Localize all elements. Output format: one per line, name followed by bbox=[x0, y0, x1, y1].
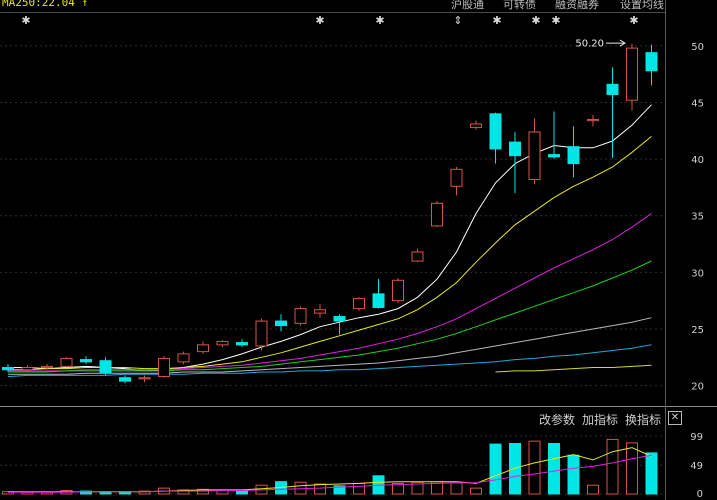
ma250-up-arrow-icon: ↑ bbox=[81, 0, 89, 9]
candle[interactable] bbox=[411, 248, 424, 263]
volume-bar[interactable] bbox=[509, 443, 521, 495]
indicator-button[interactable]: 改参数 bbox=[539, 411, 575, 428]
event-marker-icon[interactable]: ✱ bbox=[375, 14, 384, 27]
candle[interactable] bbox=[255, 318, 268, 351]
volume-bar[interactable] bbox=[489, 443, 502, 495]
event-marker-icon[interactable]: ✱ bbox=[21, 14, 30, 27]
candle[interactable] bbox=[470, 120, 482, 130]
max-price-label: 50.20 bbox=[575, 39, 604, 50]
candle[interactable] bbox=[528, 118, 541, 185]
candle[interactable] bbox=[275, 314, 287, 332]
candle[interactable] bbox=[333, 314, 346, 335]
candle[interactable] bbox=[353, 297, 365, 311]
candle[interactable] bbox=[392, 278, 404, 303]
volume-tick-label: 0 bbox=[697, 489, 703, 500]
ma10-line bbox=[8, 136, 652, 371]
candle[interactable] bbox=[99, 357, 112, 376]
ma5-line bbox=[8, 104, 652, 372]
candle[interactable] bbox=[606, 67, 619, 158]
volume-tick-label: 99 bbox=[690, 432, 703, 443]
volume-bars[interactable] bbox=[2, 438, 658, 495]
candle[interactable] bbox=[314, 304, 326, 318]
ma250-value: MA250:22.04 bbox=[2, 0, 75, 9]
candle[interactable] bbox=[216, 340, 229, 348]
price-axis: 50 45 40 35 30 25 20 99 49 0 bbox=[690, 42, 704, 500]
volume-bar[interactable] bbox=[626, 442, 638, 495]
ma250-label: MA250:22.04 ↑ bbox=[2, 0, 88, 9]
max-price-annotation: 50.20 bbox=[575, 39, 626, 50]
candle[interactable] bbox=[294, 306, 307, 326]
candle[interactable] bbox=[431, 201, 443, 228]
event-marker-icon[interactable]: ✱ bbox=[492, 14, 501, 27]
event-marker-icon[interactable]: ✱ bbox=[629, 14, 638, 27]
volume-bar[interactable] bbox=[470, 487, 482, 495]
volume-bar[interactable] bbox=[645, 452, 658, 495]
price-tick-label: 40 bbox=[691, 155, 704, 166]
volume-bar[interactable] bbox=[450, 482, 463, 495]
candle[interactable] bbox=[450, 167, 463, 196]
candle[interactable] bbox=[509, 131, 521, 194]
volume-bar[interactable] bbox=[567, 454, 580, 495]
candle[interactable] bbox=[177, 351, 190, 365]
volume-tick-label: 49 bbox=[690, 461, 703, 472]
candle[interactable] bbox=[489, 112, 502, 164]
volume-bar[interactable] bbox=[528, 440, 541, 495]
candlesticks[interactable] bbox=[2, 43, 658, 384]
candle[interactable] bbox=[548, 111, 560, 160]
candle[interactable] bbox=[236, 339, 248, 348]
candle[interactable] bbox=[645, 44, 658, 86]
price-tick-label: 25 bbox=[691, 325, 704, 336]
volume-bar[interactable] bbox=[548, 443, 560, 495]
volume-bar[interactable] bbox=[606, 438, 619, 495]
volume-bar[interactable] bbox=[314, 483, 326, 495]
price-tick-label: 30 bbox=[691, 268, 704, 279]
top-menu-item[interactable]: 沪股通 bbox=[451, 0, 484, 12]
candle[interactable] bbox=[119, 375, 131, 384]
indicator-button[interactable]: 加指标 bbox=[582, 411, 618, 428]
volume-bar[interactable] bbox=[236, 490, 248, 495]
candle[interactable] bbox=[567, 126, 580, 178]
candle[interactable] bbox=[158, 356, 170, 378]
ma20-line bbox=[8, 213, 652, 372]
candle[interactable] bbox=[138, 375, 151, 383]
candle[interactable] bbox=[372, 279, 385, 309]
event-marker-icon[interactable]: ✱ bbox=[551, 14, 560, 27]
volume-bar[interactable] bbox=[353, 482, 365, 495]
event-marker-icon[interactable]: ✱ bbox=[315, 14, 324, 27]
top-menu-item[interactable]: 融资融券 bbox=[555, 0, 599, 12]
event-marker-icon[interactable]: ✱ bbox=[531, 14, 540, 27]
candle[interactable] bbox=[60, 357, 73, 368]
indicator-button[interactable]: 换指标 bbox=[625, 411, 661, 428]
close-indicator-button[interactable]: ✕ bbox=[668, 411, 682, 425]
candle[interactable] bbox=[80, 356, 92, 365]
event-markers[interactable]: ✱ ✱ ✱ ⇕ ✱ ✱ ✱ ✱ bbox=[21, 14, 638, 27]
event-marker-icon[interactable]: ⇕ bbox=[453, 14, 462, 27]
moving-average-lines bbox=[7, 104, 652, 378]
ma30-line bbox=[8, 260, 652, 373]
price-tick-label: 20 bbox=[691, 382, 704, 393]
candle[interactable] bbox=[626, 43, 638, 111]
price-tick-label: 50 bbox=[691, 42, 704, 53]
candle[interactable] bbox=[197, 341, 209, 354]
top-menu-item[interactable]: 可转债 bbox=[503, 0, 536, 12]
price-tick-label: 45 bbox=[691, 98, 704, 109]
top-menu-item[interactable]: 设置均线 bbox=[620, 0, 664, 12]
volume-bar[interactable] bbox=[587, 484, 599, 495]
ma250-line bbox=[495, 364, 652, 373]
candle[interactable] bbox=[587, 114, 599, 127]
price-tick-label: 35 bbox=[691, 212, 704, 223]
